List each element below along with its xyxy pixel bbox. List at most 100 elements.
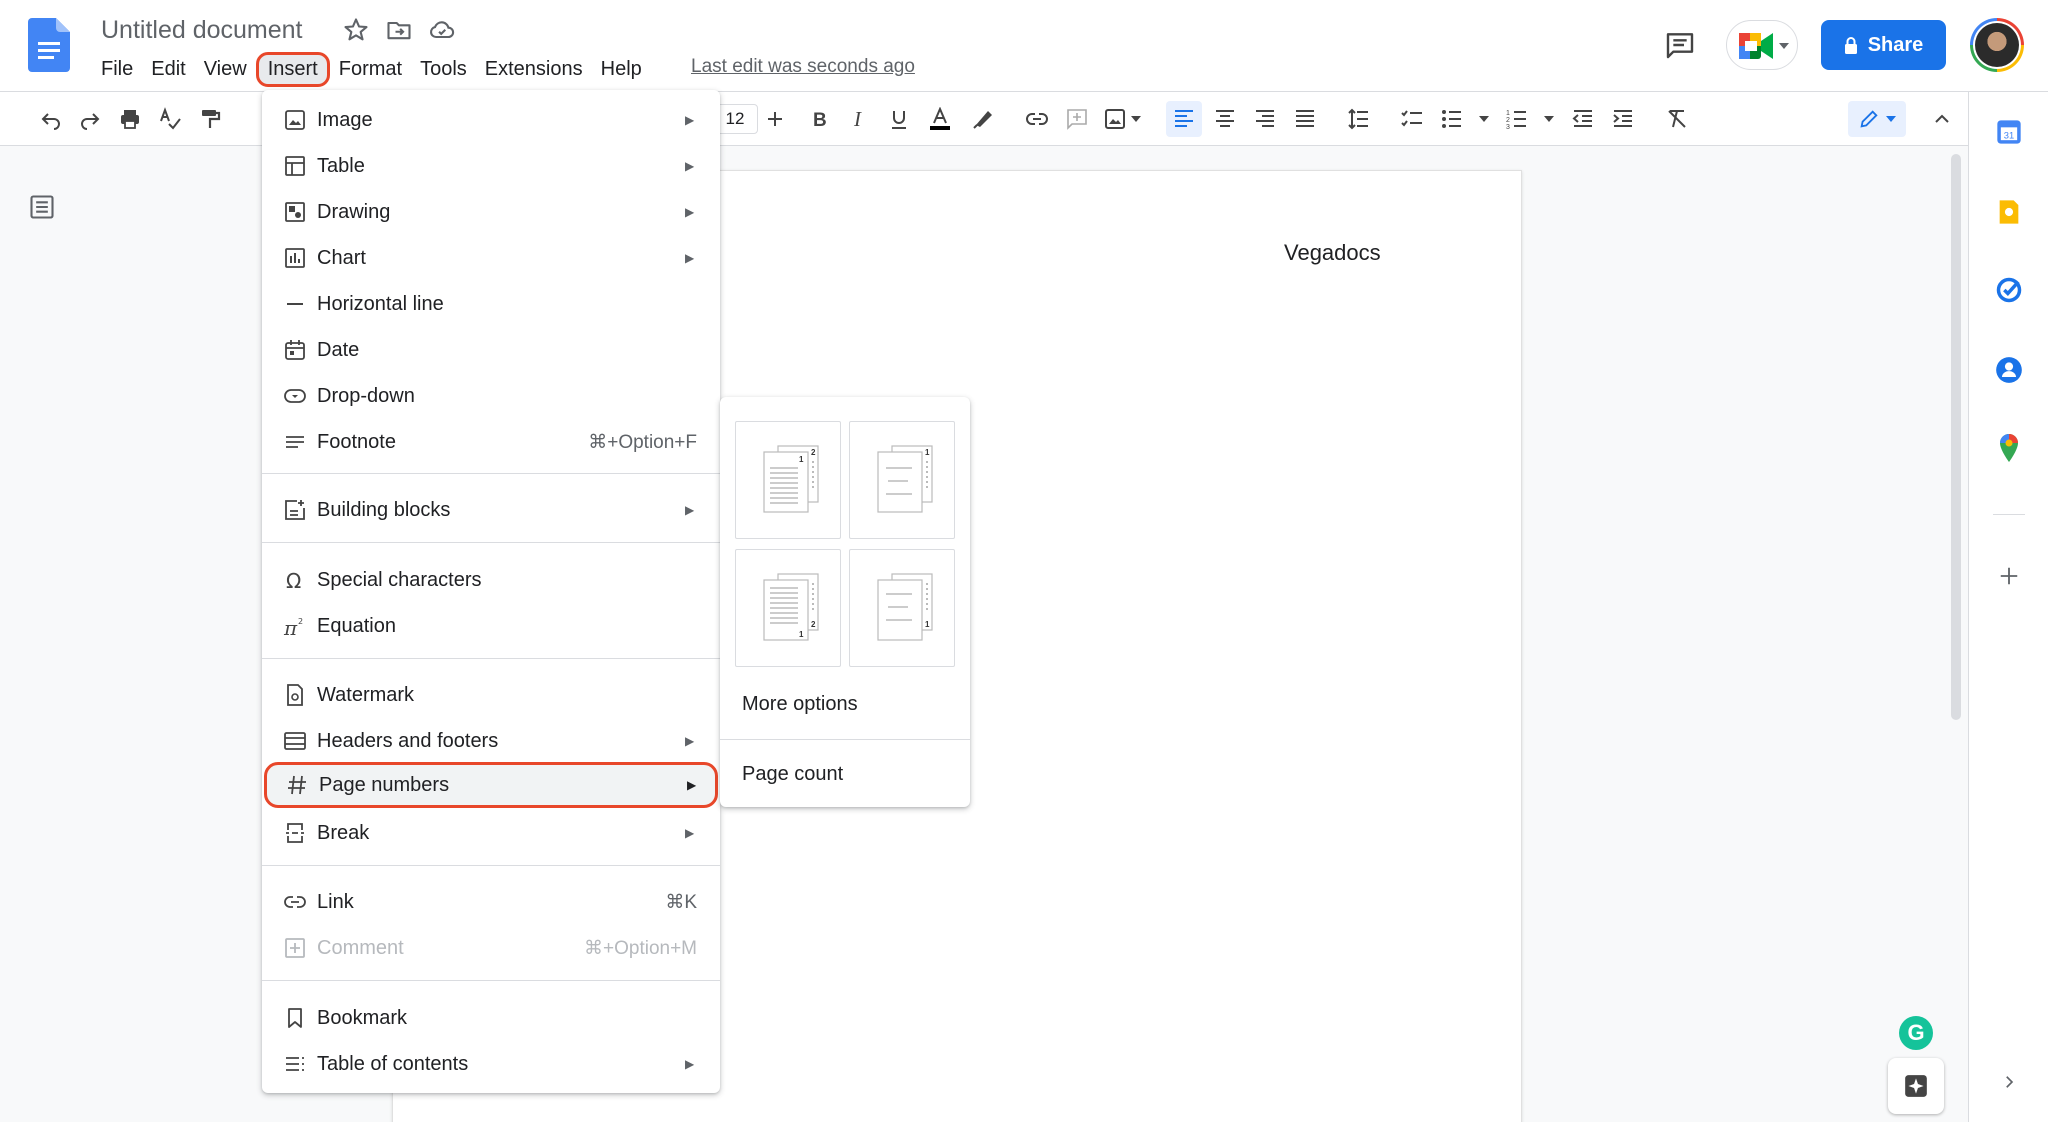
page-number-option-header-all[interactable]: 2 1	[735, 421, 841, 539]
expand-side-panel-icon[interactable]	[1989, 1062, 2029, 1102]
align-left-icon[interactable]	[1166, 101, 1202, 137]
chevron-down-icon	[1779, 43, 1789, 49]
explore-button[interactable]	[1888, 1058, 1944, 1114]
menu-item-link[interactable]: Link ⌘K	[262, 879, 720, 925]
print-icon[interactable]	[115, 104, 145, 134]
menu-item-label: Chart	[317, 246, 366, 269]
highlight-color-icon[interactable]	[968, 104, 998, 134]
menu-item-label: Building blocks	[317, 498, 451, 521]
menu-extensions[interactable]: Extensions	[476, 52, 592, 87]
text-color-icon[interactable]	[925, 104, 955, 134]
svg-text:2: 2	[298, 617, 303, 626]
page-number-option-footer-all[interactable]: 2 1	[735, 549, 841, 667]
undo-icon[interactable]	[36, 104, 66, 134]
menu-item-bookmark[interactable]: Bookmark	[262, 995, 720, 1041]
menu-edit[interactable]: Edit	[142, 52, 194, 87]
editing-mode-button[interactable]	[1848, 101, 1906, 137]
redo-icon[interactable]	[75, 104, 105, 134]
menu-item-image[interactable]: Image ▶	[262, 97, 720, 143]
chevron-down-icon[interactable]	[1128, 104, 1144, 134]
contacts-app-icon[interactable]	[1989, 350, 2029, 390]
checklist-icon[interactable]	[1397, 104, 1427, 134]
document-title[interactable]: Untitled document	[101, 16, 303, 45]
menu-help[interactable]: Help	[592, 52, 651, 87]
menu-item-label: Table of contents	[317, 1052, 469, 1075]
header-footer-icon	[282, 728, 308, 754]
svg-text:B: B	[813, 110, 827, 131]
link-icon[interactable]	[1022, 104, 1052, 134]
page-count-item[interactable]: Page count	[742, 763, 843, 786]
page-number-option-footer-skip-first[interactable]: 1	[849, 549, 955, 667]
menu-item-headers-and-footers[interactable]: Headers and footers ▶	[262, 718, 720, 764]
menu-item-chart[interactable]: Chart ▶	[262, 235, 720, 281]
tasks-app-icon[interactable]	[1989, 270, 2029, 310]
menu-item-watermark[interactable]: Watermark	[262, 672, 720, 718]
increase-indent-icon[interactable]	[1608, 104, 1638, 134]
move-folder-icon[interactable]	[385, 16, 413, 44]
numbered-list-icon[interactable]: 123	[1502, 104, 1532, 134]
vertical-scrollbar[interactable]	[1951, 154, 1961, 720]
decrease-indent-icon[interactable]	[1568, 104, 1598, 134]
insert-image-icon[interactable]	[1100, 104, 1130, 134]
align-right-icon[interactable]	[1250, 104, 1280, 134]
menu-item-building-blocks[interactable]: Building blocks ▶	[262, 487, 720, 533]
menu-view[interactable]: View	[195, 52, 256, 87]
menu-file[interactable]: File	[92, 52, 142, 87]
page-header-text[interactable]: Vegadocs	[1284, 240, 1381, 266]
page-number-option-header-skip-first[interactable]: 1	[849, 421, 955, 539]
paint-format-icon[interactable]	[195, 104, 225, 134]
menu-item-page-numbers[interactable]: Page numbers ▶	[264, 762, 718, 808]
calendar-app-icon[interactable]: 31	[1989, 112, 2029, 152]
chevron-down-icon[interactable]	[1476, 104, 1492, 134]
justify-icon[interactable]	[1290, 104, 1320, 134]
italic-icon[interactable]: I	[845, 104, 875, 134]
last-edit-link[interactable]: Last edit was seconds ago	[691, 56, 915, 78]
menu-item-break[interactable]: Break ▶	[262, 810, 720, 856]
chevron-down-icon[interactable]	[1541, 104, 1557, 134]
svg-text:31: 31	[2004, 130, 2014, 140]
cloud-saved-icon[interactable]	[428, 16, 456, 44]
menu-item-footnote[interactable]: Footnote ⌘+Option+F	[262, 419, 720, 465]
submenu-arrow-icon: ▶	[685, 251, 695, 265]
menu-format[interactable]: Format	[330, 52, 411, 87]
calendar-icon	[282, 337, 308, 363]
docs-logo-icon[interactable]	[28, 18, 70, 72]
menu-item-label: Equation	[317, 614, 396, 637]
menu-item-table[interactable]: Table ▶	[262, 143, 720, 189]
maps-app-icon[interactable]	[1989, 428, 2029, 468]
menu-tools[interactable]: Tools	[411, 52, 476, 87]
chevron-down-icon	[1886, 115, 1896, 122]
menu-item-date[interactable]: Date	[262, 327, 720, 373]
spellcheck-icon[interactable]	[155, 104, 185, 134]
align-center-icon[interactable]	[1210, 104, 1240, 134]
more-options-item[interactable]: More options	[742, 693, 858, 716]
share-button[interactable]: Share	[1821, 20, 1946, 70]
menu-item-equation[interactable]: π2 Equation	[262, 603, 720, 649]
menu-item-drop-down[interactable]: Drop-down	[262, 373, 720, 419]
comment-history-icon[interactable]	[1664, 29, 1696, 61]
document-outline-icon[interactable]	[28, 193, 56, 221]
shortcut-label: ⌘+Option+F	[588, 431, 697, 453]
menu-item-label: Bookmark	[317, 1006, 408, 1029]
submenu-arrow-icon: ▶	[685, 503, 695, 517]
menu-item-horizontal-line[interactable]: Horizontal line	[262, 281, 720, 327]
bold-icon[interactable]: B	[805, 104, 835, 134]
underline-icon[interactable]	[884, 104, 914, 134]
add-comment-icon[interactable]	[1062, 104, 1092, 134]
bulleted-list-icon[interactable]	[1437, 104, 1467, 134]
add-addon-icon[interactable]	[1989, 556, 2029, 596]
menu-item-table-of-contents[interactable]: Table of contents ▶	[262, 1041, 720, 1087]
grammarly-icon[interactable]: G	[1899, 1016, 1933, 1050]
collapse-menus-icon[interactable]	[1927, 104, 1957, 134]
menu-item-special-characters[interactable]: Ω Special characters	[262, 557, 720, 603]
clear-formatting-icon[interactable]	[1662, 104, 1692, 134]
keep-app-icon[interactable]	[1989, 192, 2029, 232]
pencil-icon	[1860, 110, 1878, 128]
star-icon[interactable]	[342, 16, 370, 44]
menu-item-drawing[interactable]: Drawing ▶	[262, 189, 720, 235]
meet-button[interactable]	[1726, 20, 1798, 70]
menu-insert[interactable]: Insert	[255, 51, 330, 87]
line-spacing-icon[interactable]	[1344, 104, 1374, 134]
account-avatar[interactable]	[1970, 18, 2024, 72]
increase-font-size-icon[interactable]	[760, 104, 790, 134]
